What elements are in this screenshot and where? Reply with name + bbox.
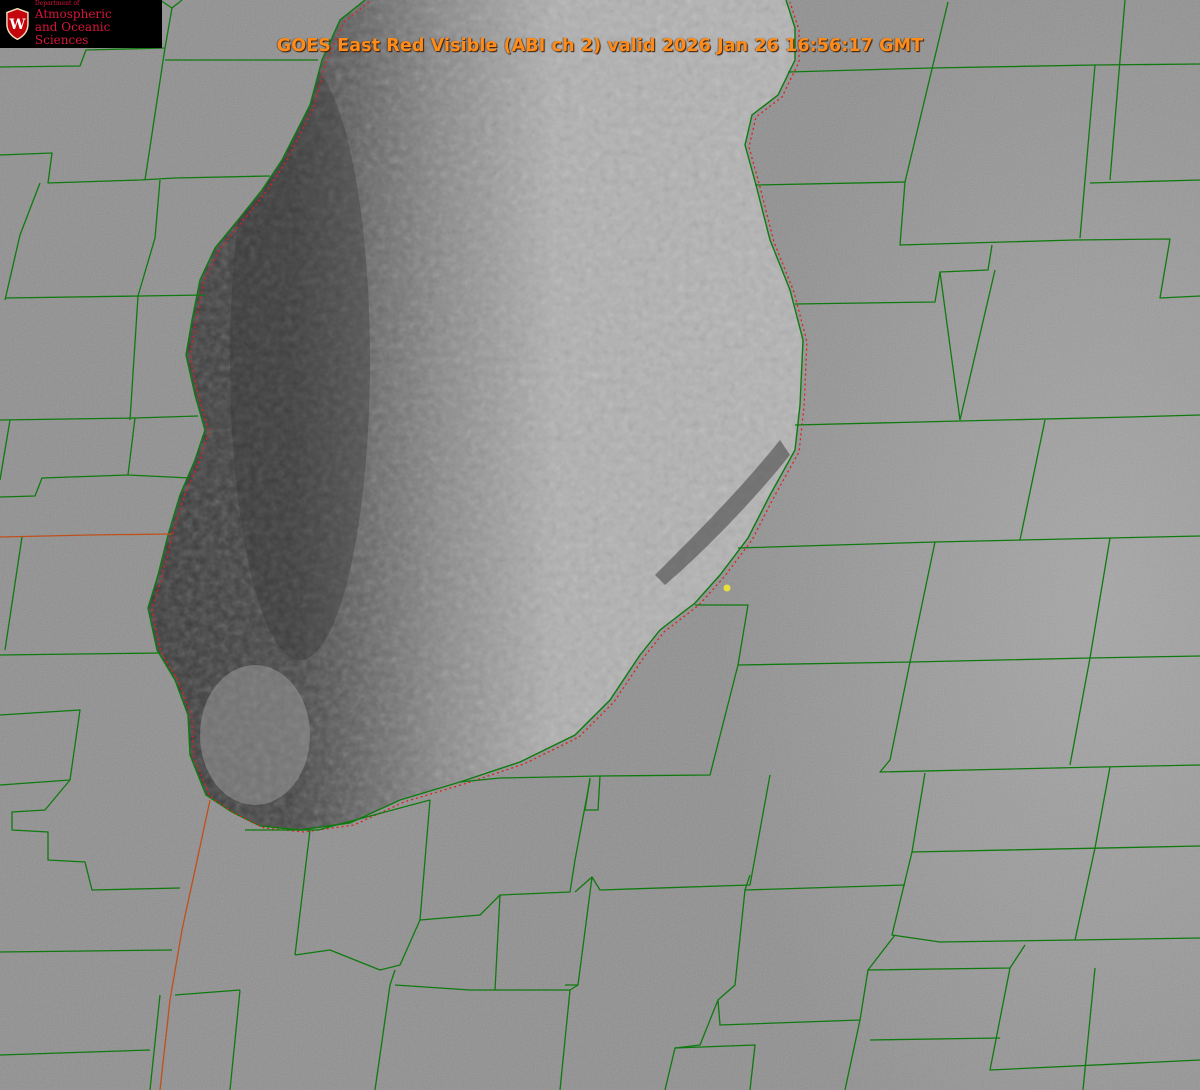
logo-line-2: and Oceanic Sciences xyxy=(34,19,111,47)
location-marker xyxy=(723,584,731,592)
shore-ice-plume xyxy=(200,665,310,805)
uw-aos-logo: W Department of Atmospheric and Oceanic … xyxy=(0,0,162,48)
satellite-viewer: W Department of Atmospheric and Oceanic … xyxy=(0,0,1200,1090)
logo-text: Department of Atmospheric and Oceanic Sc… xyxy=(34,0,162,47)
logo-line-1: Atmospheric xyxy=(34,6,112,21)
satellite-image xyxy=(0,0,1200,1090)
uw-seal-icon: W xyxy=(6,7,29,41)
seal-letter: W xyxy=(8,17,26,33)
